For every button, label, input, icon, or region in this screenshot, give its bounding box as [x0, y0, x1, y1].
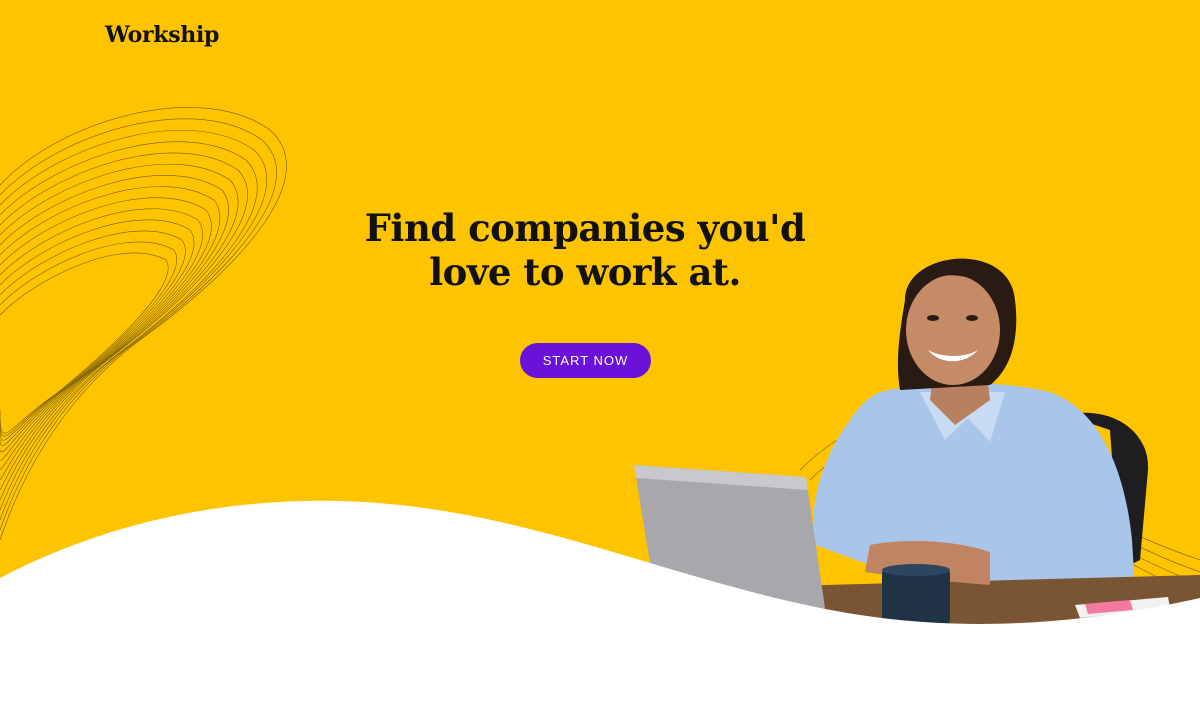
hero-section: Workship Find companies you'd love to wo…: [0, 0, 1200, 704]
headline-line-2: love to work at.: [429, 250, 741, 294]
brand-logo[interactable]: Workship: [105, 22, 219, 48]
headline-line-1: Find companies you'd: [364, 206, 806, 250]
hero-headline: Find companies you'd love to work at.: [330, 206, 840, 294]
start-now-button[interactable]: START NOW: [520, 343, 651, 378]
